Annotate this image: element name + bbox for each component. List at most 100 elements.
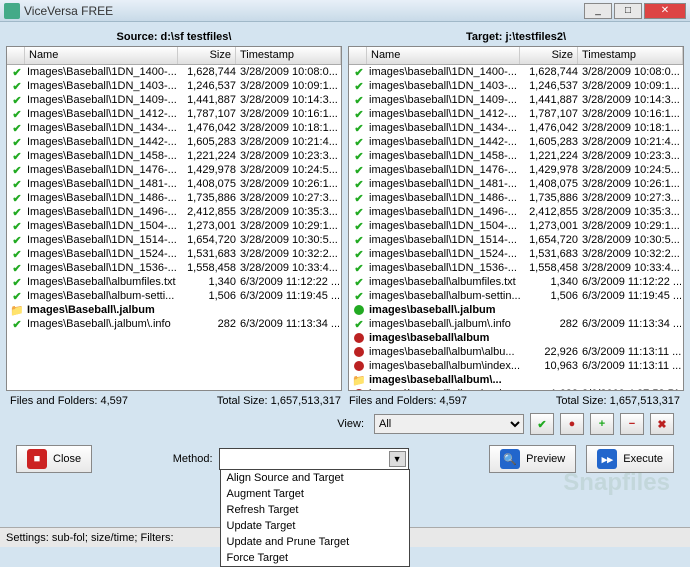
file-size: 1,735,886 [180, 192, 236, 204]
method-combo[interactable]: Align Source and TargetAugment TargetRef… [219, 448, 409, 470]
file-row[interactable]: ✔ Images\Baseball\1DN_1496-... 2,412,855… [7, 205, 341, 219]
file-row[interactable]: ✔ images\baseball\1DN_1476-... 1,429,978… [349, 163, 683, 177]
file-name: Images\Baseball\.jalbum [25, 304, 180, 316]
file-row[interactable]: ✔ images\baseball\1DN_1409-... 1,441,887… [349, 93, 683, 107]
file-row[interactable]: ✔ Images\Baseball\1DN_1412-... 1,787,107… [7, 107, 341, 121]
remove-button[interactable]: − [620, 413, 644, 435]
method-option[interactable]: Update and Prune Target [221, 534, 409, 550]
col-timestamp[interactable]: Timestamp [236, 47, 341, 64]
method-option[interactable]: Refresh Target [221, 502, 409, 518]
file-row[interactable]: ✔ images\baseball\1DN_1504-... 1,273,001… [349, 219, 683, 233]
folder-icon: 📁 [10, 304, 24, 317]
file-row[interactable]: ✔ images\baseball\1DN_1412-... 1,787,107… [349, 107, 683, 121]
file-row[interactable]: ✔ Images\Baseball\1DN_1442-... 1,605,283… [7, 135, 341, 149]
file-row[interactable]: ✔ Images\Baseball\1DN_1434-... 1,476,042… [7, 121, 341, 135]
include-button[interactable]: ✔ [530, 413, 554, 435]
file-name: images\baseball\1DN_1514-... [367, 234, 522, 246]
file-name: Images\Baseball\albumfiles.txt [25, 276, 180, 288]
col-icon[interactable] [349, 47, 367, 64]
file-row[interactable]: ✔ images\baseball\1DN_1496-... 2,412,855… [349, 205, 683, 219]
check-icon: ✔ [12, 94, 21, 107]
col-name[interactable]: Name [367, 47, 520, 64]
delete-icon [354, 347, 364, 357]
method-dropdown[interactable]: Align Source and TargetAugment TargetRef… [220, 469, 410, 567]
check-icon: ✔ [354, 220, 363, 233]
file-size: 1,654,720 [522, 234, 578, 246]
file-size: 1,654,720 [180, 234, 236, 246]
file-row[interactable]: ✔ images\baseball\1DN_1486-... 1,735,886… [349, 191, 683, 205]
file-row[interactable]: ✔ images\baseball\1DN_1400-... 1,628,744… [349, 65, 683, 79]
file-row[interactable]: ✔ images\baseball\1DN_1442-... 1,605,283… [349, 135, 683, 149]
file-row[interactable]: ✔ Images\Baseball\1DN_1514-... 1,654,720… [7, 233, 341, 247]
check-icon: ✔ [354, 66, 363, 79]
file-row[interactable]: ✔ images\baseball\albumfiles.txt 1,340 6… [349, 275, 683, 289]
file-name: images\baseball\1DN_1458-... [367, 150, 522, 162]
source-grid[interactable]: Name Size Timestamp ✔ Images\Baseball\1D… [6, 46, 342, 391]
source-total-size: Total Size: 1,657,513,317 [217, 395, 341, 407]
file-row[interactable]: ✔ images\baseball\1DN_1536-... 1,558,458… [349, 261, 683, 275]
file-row[interactable]: ✔ images\baseball\.jalbum\.info 282 6/3/… [349, 317, 683, 331]
file-row[interactable]: images\baseball\album [349, 331, 683, 345]
method-option[interactable]: Augment Target [221, 486, 409, 502]
col-size[interactable]: Size [178, 47, 236, 64]
file-row[interactable]: ✔ Images\Baseball\1DN_1481-... 1,408,075… [7, 177, 341, 191]
file-timestamp: 3/28/2009 10:24:5... [236, 164, 339, 176]
file-row[interactable]: ✔ Images\Baseball\1DN_1400-... 1,628,744… [7, 65, 341, 79]
file-row[interactable]: ✔ Images\Baseball\1DN_1504-... 1,273,001… [7, 219, 341, 233]
file-timestamp: 3/28/2009 10:30:5... [236, 234, 339, 246]
check-icon: ✔ [354, 276, 363, 289]
file-row[interactable]: ✔ Images\Baseball\1DN_1536-... 1,558,458… [7, 261, 341, 275]
close-window-button[interactable]: ✕ [644, 3, 686, 19]
check-icon: ✔ [354, 248, 363, 261]
new-icon [354, 305, 364, 315]
exclude-button[interactable]: ● [560, 413, 584, 435]
file-size: 282 [180, 318, 236, 330]
add-button[interactable]: + [590, 413, 614, 435]
target-grid[interactable]: Name Size Timestamp ✔ images\baseball\1D… [348, 46, 684, 391]
target-total-size: Total Size: 1,657,513,317 [556, 395, 680, 407]
file-name: Images\Baseball\1DN_1400-... [25, 66, 180, 78]
file-row[interactable]: ✔ Images\Baseball\albumfiles.txt 1,340 6… [7, 275, 341, 289]
file-size: 1,787,107 [180, 108, 236, 120]
check-icon: ✔ [12, 150, 21, 163]
col-timestamp[interactable]: Timestamp [578, 47, 683, 64]
file-row[interactable]: ✔ Images\Baseball\album-setti... 1,506 6… [7, 289, 341, 303]
file-size: 1,340 [180, 276, 236, 288]
col-size[interactable]: Size [520, 47, 578, 64]
file-row[interactable]: ✔ Images\Baseball\1DN_1486-... 1,735,886… [7, 191, 341, 205]
file-row[interactable]: ✔ images\baseball\1DN_1403-... 1,246,537… [349, 79, 683, 93]
file-row[interactable]: images\baseball\album\index... 10,963 6/… [349, 359, 683, 373]
maximize-button[interactable]: □ [614, 3, 642, 19]
file-row[interactable]: ✔ images\baseball\album-settin... 1,506 … [349, 289, 683, 303]
method-option[interactable]: Update Target [221, 518, 409, 534]
method-option[interactable]: Align Source and Target [221, 470, 409, 486]
col-icon[interactable] [7, 47, 25, 64]
close-button[interactable]: ■ Close [16, 445, 92, 473]
file-row[interactable]: ✔ Images\Baseball\1DN_1403-... 1,246,537… [7, 79, 341, 93]
file-row[interactable]: ✔ images\baseball\1DN_1481-... 1,408,075… [349, 177, 683, 191]
file-row[interactable]: ✔ Images\Baseball\1DN_1524-... 1,531,683… [7, 247, 341, 261]
file-row[interactable]: 📁 Images\Baseball\.jalbum [7, 303, 341, 317]
file-row[interactable]: images\baseball\album\albu... 22,926 6/3… [349, 345, 683, 359]
file-row[interactable]: 📁 images\baseball\album\... [349, 373, 683, 387]
check-icon: ✔ [12, 122, 21, 135]
file-name: images\baseball\1DN_1409-... [367, 94, 522, 106]
file-timestamp: 3/28/2009 10:08:0... [236, 66, 339, 78]
view-select[interactable]: All [374, 414, 524, 434]
file-row[interactable]: ✔ Images\Baseball\1DN_1409-... 1,441,887… [7, 93, 341, 107]
method-label: Method: [173, 453, 213, 465]
file-row[interactable]: ✔ Images\Baseball\1DN_1476-... 1,429,978… [7, 163, 341, 177]
col-name[interactable]: Name [25, 47, 178, 64]
delete-button[interactable]: ✖ [650, 413, 674, 435]
file-row[interactable]: ✔ images\baseball\1DN_1524-... 1,531,683… [349, 247, 683, 261]
file-row[interactable]: ✔ Images\Baseball\.jalbum\.info 282 6/3/… [7, 317, 341, 331]
minimize-button[interactable]: _ [584, 3, 612, 19]
file-row[interactable]: images\baseball\album\res\c... 1,683 3/6… [349, 387, 683, 391]
file-timestamp: 3/28/2009 10:09:1... [236, 80, 339, 92]
file-row[interactable]: ✔ images\baseball\1DN_1514-... 1,654,720… [349, 233, 683, 247]
file-row[interactable]: images\baseball\.jalbum [349, 303, 683, 317]
file-row[interactable]: ✔ images\baseball\1DN_1434-... 1,476,042… [349, 121, 683, 135]
file-row[interactable]: ✔ images\baseball\1DN_1458-... 1,221,224… [349, 149, 683, 163]
method-option[interactable]: Force Target [221, 550, 409, 566]
file-row[interactable]: ✔ Images\Baseball\1DN_1458-... 1,221,224… [7, 149, 341, 163]
